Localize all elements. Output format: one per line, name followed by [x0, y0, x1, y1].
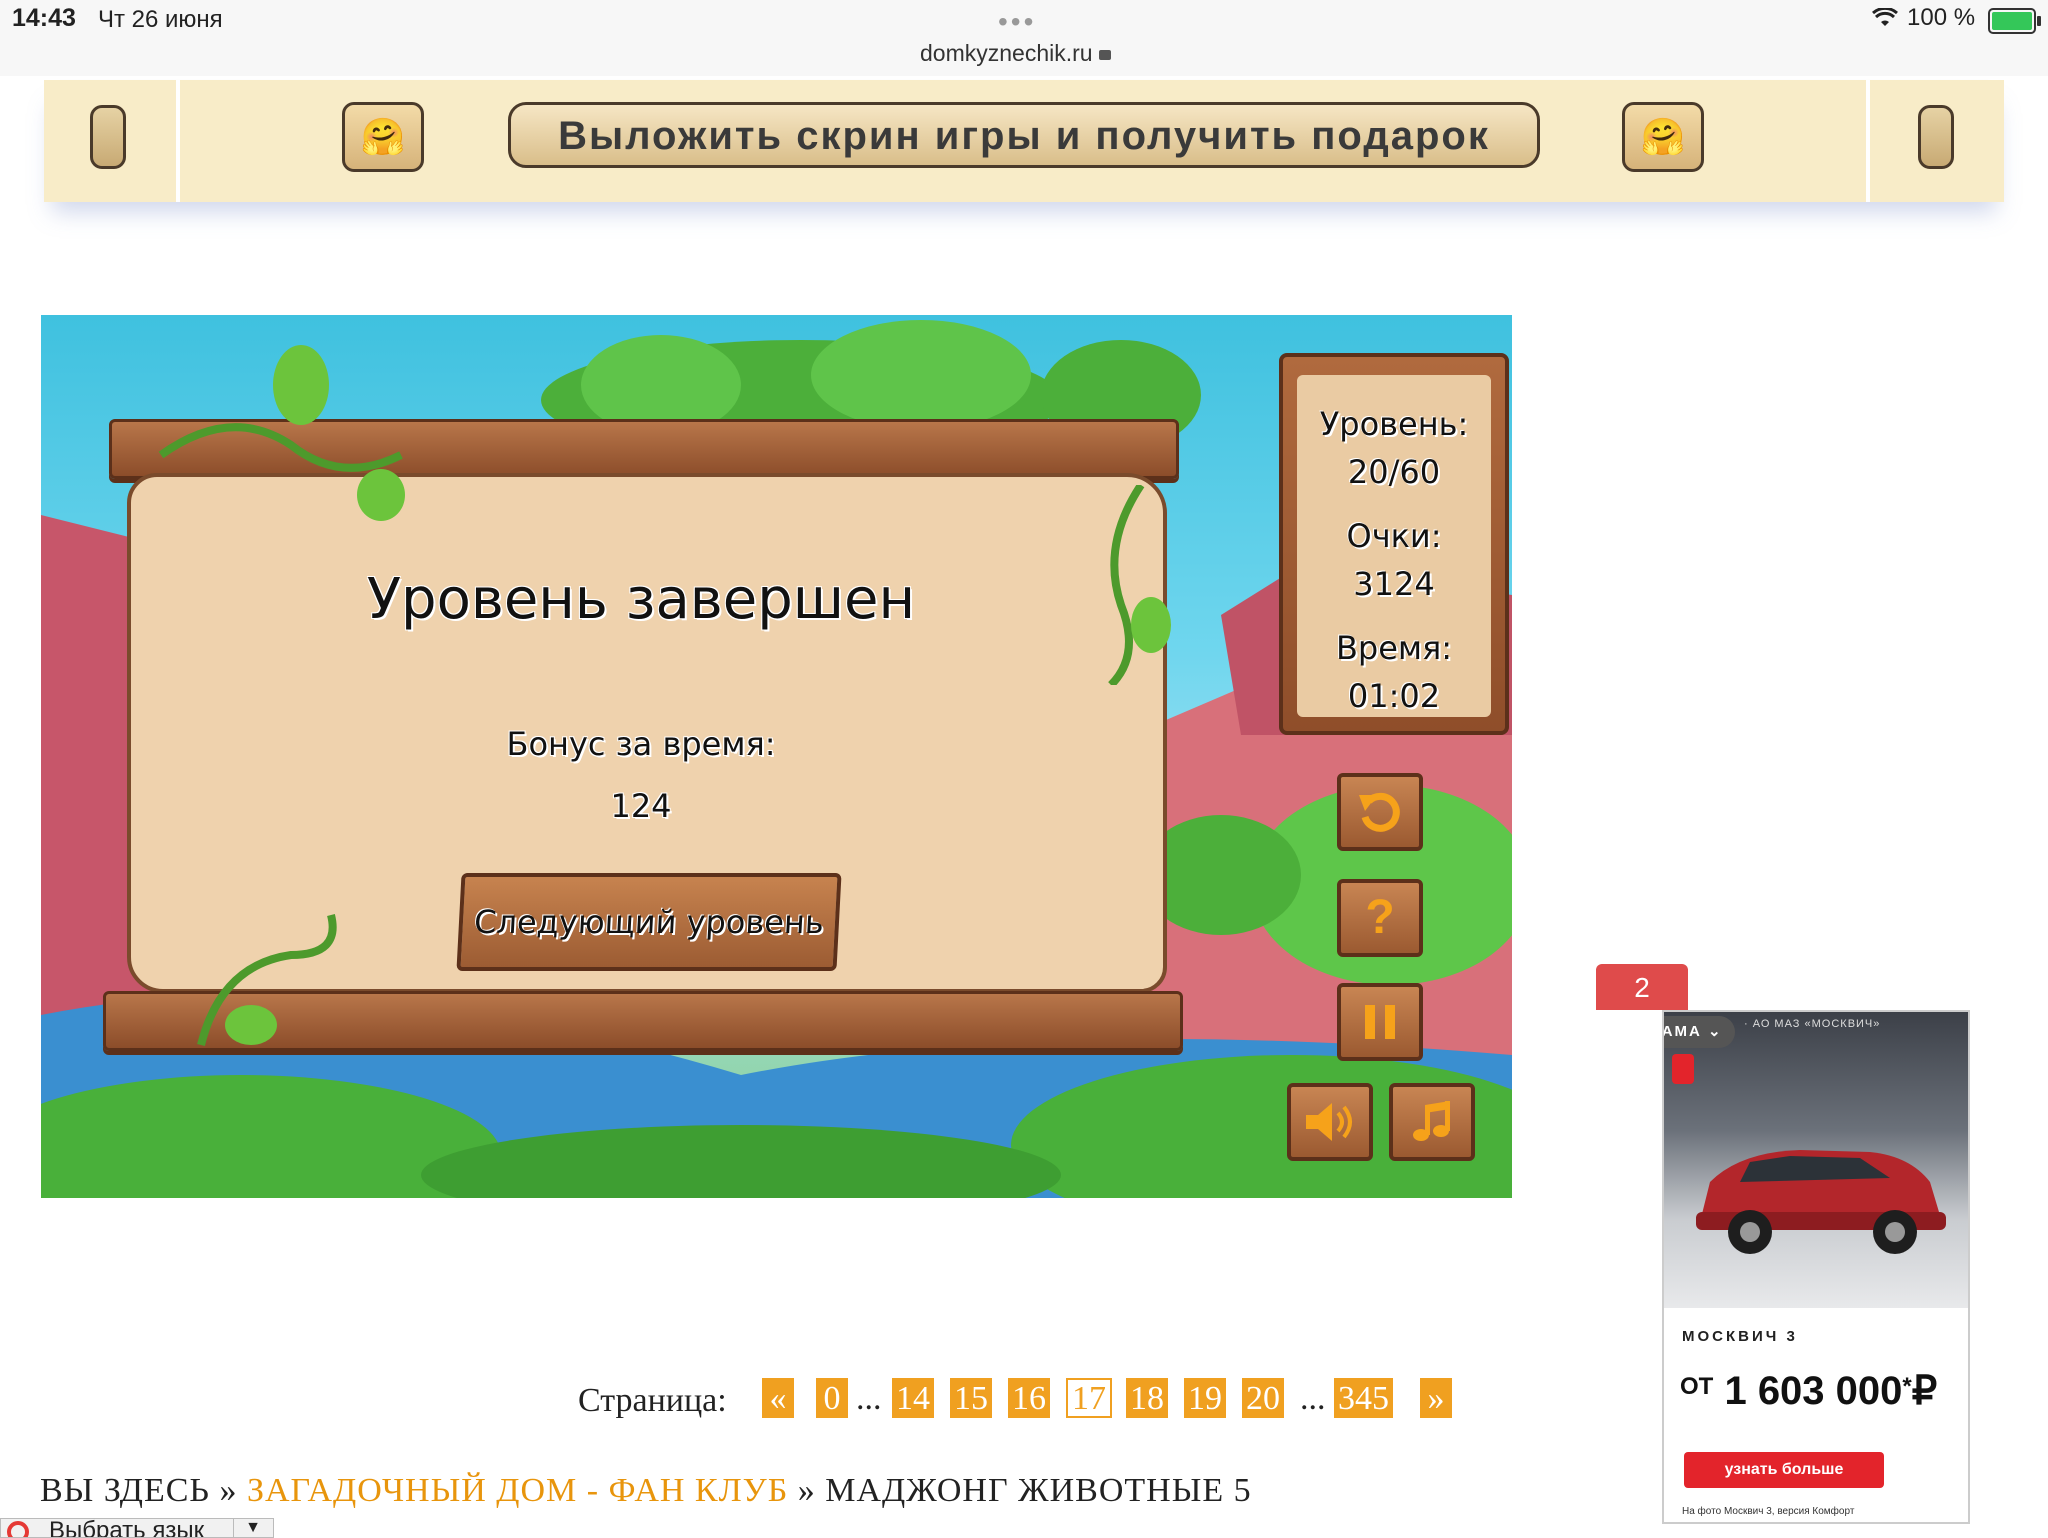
ad-learn-more-button[interactable]: узнать больше — [1684, 1452, 1884, 1488]
page-link[interactable]: 20 — [1242, 1378, 1284, 1418]
url-text: domkyznechik.ru — [920, 40, 1093, 66]
google-icon — [7, 1521, 29, 1537]
stats-board: Уровень: 20/60 Очки: 3124 Время: 01:02 — [1279, 353, 1509, 735]
ad-model: МОСКВИЧ 3 — [1682, 1328, 1798, 1345]
battery-icon — [1988, 8, 2041, 34]
breadcrumb: ВЫ ЗДЕСЬ » ЗАГАДОЧНЫЙ ДОМ - ФАН КЛУБ » М… — [40, 1472, 1252, 1510]
promo-button[interactable]: Выложить скрин игры и получить подарок — [508, 102, 1540, 168]
page-link[interactable]: 19 — [1184, 1378, 1226, 1418]
page-link[interactable]: 0 — [816, 1378, 848, 1418]
ad-advertiser: · АО МАЗ «МОСКВИЧ» — [1744, 1018, 1881, 1030]
banner-left-handle[interactable] — [90, 105, 126, 169]
music-button[interactable] — [1389, 1083, 1475, 1161]
more-dots-icon[interactable]: ••• — [998, 6, 1036, 38]
chevron-down-icon: ⌄ — [1708, 1023, 1723, 1040]
help-button[interactable]: ? — [1337, 879, 1423, 957]
promo-banner: 🤗 Выложить скрин игры и получить подарок… — [44, 80, 2004, 202]
time-bonus-label: Бонус за время: — [506, 725, 776, 763]
wifi-icon — [1872, 6, 1898, 34]
restart-icon — [1359, 792, 1400, 832]
vine-decoration — [197, 914, 337, 1046]
status-date: Чт 26 июня — [98, 6, 223, 33]
vine-decoration — [1108, 485, 1171, 685]
address-bar[interactable]: domkyznechik.ru — [920, 40, 1111, 67]
page-next-button[interactable]: » — [1420, 1378, 1452, 1418]
music-note-icon — [1413, 1101, 1450, 1141]
page-link[interactable]: 345 — [1334, 1378, 1393, 1418]
page-prev-button[interactable]: « — [762, 1378, 794, 1418]
page-link[interactable]: 14 — [892, 1378, 934, 1418]
ad-price: ОТ 1 603 000*₽ — [1680, 1369, 1938, 1413]
battery-percent: 100 % — [1907, 4, 1976, 31]
ad-counter-badge[interactable]: 2 — [1596, 964, 1688, 1010]
breadcrumb-current: МАДЖОНГ ЖИВОТНЫЕ 5 — [825, 1472, 1252, 1509]
pause-icon — [1365, 1005, 1395, 1039]
page-current: 17 — [1066, 1378, 1112, 1418]
score-value: 3124 — [1353, 565, 1435, 603]
breadcrumb-separator: » — [797, 1472, 816, 1509]
ad-car-photo: · АО МАЗ «МОСКВИЧ» — [1664, 1012, 1968, 1308]
price-prefix: ОТ — [1680, 1373, 1714, 1400]
price-value: 1 603 000 — [1724, 1369, 1903, 1413]
score-label: Очки: — [1346, 517, 1442, 555]
sound-button[interactable] — [1287, 1083, 1373, 1161]
time-label: Время: — [1335, 629, 1453, 667]
hug-emoji-icon[interactable]: 🤗 — [342, 102, 424, 172]
status-bar: 14:43 Чт 26 июня ••• domkyznechik.ru 100… — [0, 0, 2048, 76]
next-level-label: Следующий уровень — [473, 903, 825, 941]
page-link[interactable]: 15 — [950, 1378, 992, 1418]
pagination-label: Страница: — [578, 1382, 727, 1419]
speaker-icon — [1306, 1103, 1352, 1141]
hug-emoji-icon[interactable]: 🤗 — [1622, 102, 1704, 172]
breadcrumb-separator: » — [219, 1472, 238, 1509]
vine-decoration — [158, 345, 405, 521]
advertisement[interactable]: · АО МАЗ «МОСКВИЧ» РЕКЛАМА ⌄ МОСКВИЧ 3 О… — [1662, 1010, 1970, 1524]
page-link[interactable]: 18 — [1126, 1378, 1168, 1418]
pause-button[interactable] — [1337, 983, 1423, 1061]
page-link[interactable]: 16 — [1008, 1378, 1050, 1418]
ad-label-dropdown[interactable]: РЕКЛАМА ⌄ — [1662, 1016, 1735, 1048]
banner-divider — [1866, 80, 1870, 202]
banner-right-handle[interactable] — [1918, 105, 1954, 169]
level-value: 20/60 — [1347, 453, 1441, 491]
breadcrumb-prefix: ВЫ ЗДЕСЬ — [40, 1472, 210, 1509]
next-level-button[interactable]: Следующий уровень — [456, 873, 842, 971]
brand-logo-icon — [1672, 1054, 1694, 1084]
price-currency: ₽ — [1911, 1369, 1938, 1413]
level-label: Уровень: — [1319, 405, 1469, 443]
ad-footnote: На фото Москвич 3, версия Комфорт — [1682, 1506, 1855, 1517]
language-selector[interactable]: Выбрать язык ▼ — [0, 1518, 274, 1538]
status-time: 14:43 — [12, 4, 76, 32]
page-ellipsis: ... — [856, 1380, 882, 1417]
ad-label-text: РЕКЛАМА — [1662, 1023, 1702, 1040]
help-icon: ? — [1365, 891, 1395, 944]
breadcrumb-link-fanclub[interactable]: ЗАГАДОЧНЫЙ ДОМ - ФАН КЛУБ — [247, 1472, 788, 1509]
game-canvas[interactable]: Уровень завершен Бонус за время: 124 Сле… — [41, 315, 1512, 1198]
language-selector-label: Выбрать язык — [49, 1518, 205, 1538]
page-ellipsis: ... — [1300, 1380, 1326, 1417]
banner-divider — [176, 80, 180, 202]
level-complete-title: Уровень завершен — [366, 567, 916, 632]
time-value: 01:02 — [1347, 677, 1441, 715]
car-image — [1696, 1150, 1946, 1254]
restart-button[interactable] — [1337, 773, 1423, 851]
time-bonus-value: 124 — [610, 787, 672, 825]
lock-icon — [1098, 50, 1111, 60]
dropdown-arrow-icon[interactable]: ▼ — [233, 1519, 272, 1537]
